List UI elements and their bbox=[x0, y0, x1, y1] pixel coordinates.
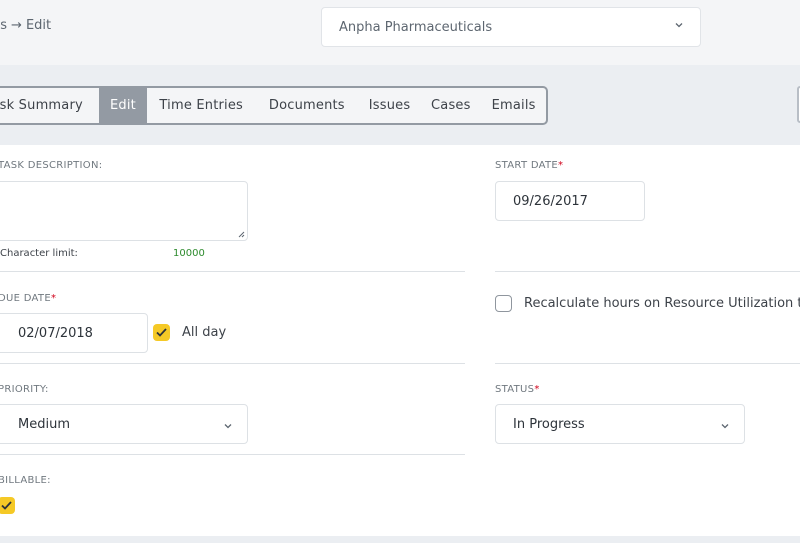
company-select-value: Anpha Pharmaceuticals bbox=[339, 19, 493, 35]
check-icon bbox=[1, 501, 12, 510]
recalculate-label: Recalculate hours on Resource Utilizatio… bbox=[524, 296, 800, 311]
priority-label: PRIORITY: bbox=[0, 384, 49, 395]
tab-task-summary[interactable]: sk Summary bbox=[0, 88, 99, 123]
tab-cases[interactable]: Cases bbox=[420, 88, 481, 123]
breadcrumb-current: Edit bbox=[25, 18, 52, 33]
all-day-label: All day bbox=[182, 325, 227, 340]
breadcrumb-arrow-icon: → bbox=[11, 18, 22, 33]
divider bbox=[495, 363, 800, 364]
billable-label: BILLABLE: bbox=[0, 475, 51, 486]
start-date-label: START DATE* bbox=[495, 160, 564, 171]
check-icon bbox=[156, 328, 167, 337]
divider bbox=[0, 363, 465, 364]
chevron-down-icon bbox=[675, 23, 683, 28]
status-label: STATUS* bbox=[495, 384, 540, 395]
divider bbox=[495, 271, 800, 272]
task-description-textarea[interactable] bbox=[0, 181, 248, 241]
billable-checkbox[interactable] bbox=[0, 497, 15, 514]
tab-time-entries[interactable]: Time Entries bbox=[147, 88, 255, 123]
chevron-down-icon bbox=[721, 424, 729, 429]
breadcrumb-parent-link[interactable]: asks bbox=[0, 18, 7, 33]
divider bbox=[0, 271, 465, 272]
character-limit-label: Character limit: bbox=[0, 248, 78, 259]
all-day-checkbox[interactable] bbox=[153, 324, 170, 341]
tab-emails[interactable]: Emails bbox=[481, 88, 546, 123]
breadcrumb: asks →Edit bbox=[0, 18, 51, 33]
status-select[interactable]: In Progress bbox=[495, 404, 745, 444]
task-description-label: TASK DESCRIPTION: bbox=[0, 160, 103, 171]
due-date-label: DUE DATE* bbox=[0, 293, 57, 304]
priority-select[interactable]: Medium bbox=[0, 404, 248, 444]
tab-issues[interactable]: Issues bbox=[359, 88, 421, 123]
character-limit-value: 10000 bbox=[173, 248, 205, 259]
recalculate-checkbox[interactable] bbox=[495, 295, 512, 312]
start-date-input[interactable]: 09/26/2017 bbox=[495, 181, 645, 221]
chevron-down-icon bbox=[224, 424, 232, 429]
resize-handle-icon[interactable] bbox=[238, 231, 245, 238]
divider bbox=[0, 454, 465, 455]
tab-edit[interactable]: Edit bbox=[98, 88, 148, 123]
top-bar: asks →Edit Anpha Pharmaceuticals bbox=[0, 0, 800, 65]
footer-band bbox=[0, 536, 800, 543]
due-date-input[interactable]: 02/07/2018 bbox=[0, 313, 148, 353]
tab-documents[interactable]: Documents bbox=[255, 88, 359, 123]
company-select[interactable]: Anpha Pharmaceuticals bbox=[321, 7, 701, 47]
tab-bar: sk Summary Edit Time Entries Documents I… bbox=[0, 86, 548, 125]
